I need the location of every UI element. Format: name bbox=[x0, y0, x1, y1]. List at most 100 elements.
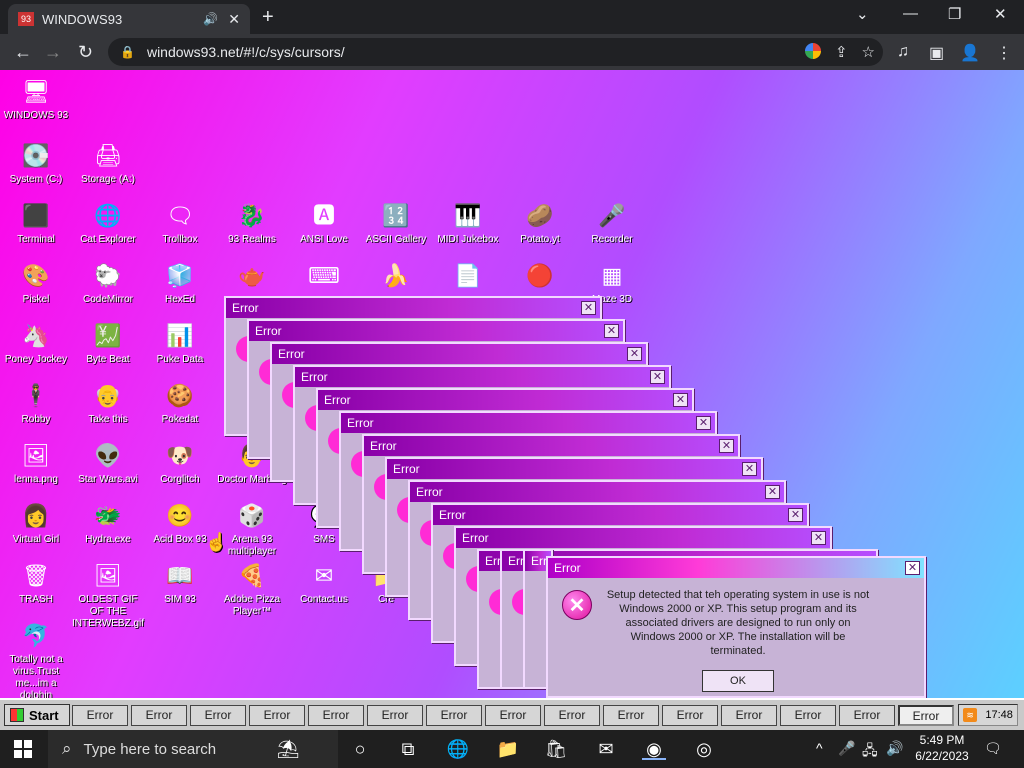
window-title[interactable]: Error bbox=[226, 298, 600, 318]
share-icon[interactable]: ⇪ bbox=[835, 43, 848, 61]
desktop-icon[interactable]: 🎤 Recorder bbox=[576, 200, 648, 246]
desktop-icon[interactable]: 👴 Take this bbox=[72, 380, 144, 426]
start-button[interactable]: Start bbox=[4, 704, 70, 726]
network-icon[interactable]: 🖧 bbox=[862, 740, 878, 764]
desktop-icon[interactable]: 🕴 Robby bbox=[0, 380, 72, 426]
maximize-button[interactable]: ❐ bbox=[948, 5, 961, 23]
window-title[interactable]: Error bbox=[341, 413, 715, 433]
window-title[interactable]: Error bbox=[318, 390, 692, 410]
desktop-icon[interactable]: 🎨 Piskel bbox=[0, 260, 72, 306]
audio-icon[interactable]: 🔊 bbox=[203, 12, 218, 26]
microphone-icon[interactable]: 🎤 bbox=[838, 740, 855, 757]
taskbar-window-button[interactable]: Error bbox=[544, 705, 600, 726]
desktop-icon[interactable]: 🐲 Hydra.exe bbox=[72, 500, 144, 546]
taskbar-window-button[interactable]: Error bbox=[190, 705, 246, 726]
browser-tab[interactable]: 93 WINDOWS93 🔊 ✕ bbox=[8, 4, 250, 34]
close-window-button[interactable]: ✕ bbox=[994, 5, 1007, 23]
dialog-title[interactable]: Error bbox=[548, 558, 924, 578]
desktop-icon[interactable]: 🦄 Poney Jockey bbox=[0, 320, 72, 366]
lock-icon[interactable]: 🔒 bbox=[120, 45, 135, 59]
close-icon[interactable]: ✕ bbox=[673, 393, 688, 407]
back-button[interactable]: ← bbox=[14, 42, 32, 63]
mail-icon[interactable]: ✉ bbox=[594, 738, 618, 760]
desktop-icon[interactable]: 🧊 HexEd bbox=[144, 260, 216, 306]
desktop-icon[interactable]: 🍕 Adobe Pizza Player™ bbox=[216, 560, 288, 618]
window-title[interactable]: Error bbox=[272, 344, 646, 364]
taskbar-window-button[interactable]: Error bbox=[721, 705, 777, 726]
desktop-icon[interactable]: 👽 Star Wars.avi bbox=[72, 440, 144, 486]
desktop-icon[interactable]: 👩 Virtual Girl bbox=[0, 500, 72, 546]
store-icon[interactable]: 🛍 bbox=[544, 738, 568, 760]
desktop-icon[interactable]: 🫖 bbox=[216, 260, 288, 294]
close-icon[interactable]: ✕ bbox=[627, 347, 642, 361]
menu-icon[interactable]: ⋮ bbox=[996, 43, 1012, 63]
error-dialog[interactable]: Error ✕ ✕ Setup detected that teh operat… bbox=[546, 556, 926, 698]
desktop-icon[interactable]: 🔢 ASCII Gallery bbox=[360, 200, 432, 246]
reload-button[interactable]: ↻ bbox=[78, 42, 93, 63]
address-bar[interactable]: 🔒 windows93.net/#!/c/sys/cursors/ ⇪ ☆ bbox=[108, 38, 883, 66]
close-icon[interactable]: ✕ bbox=[696, 416, 711, 430]
window-title[interactable]: Error bbox=[387, 459, 761, 479]
tab-close-icon[interactable]: ✕ bbox=[228, 11, 240, 28]
close-icon[interactable]: ✕ bbox=[788, 508, 803, 522]
desktop-icon[interactable]: 💹 Byte Beat bbox=[72, 320, 144, 366]
desktop-icon[interactable]: 🖨 Storage (A:) bbox=[72, 140, 144, 186]
desktop-icon[interactable]: 🅰 ANSI Love bbox=[288, 200, 360, 246]
desktop-icon[interactable]: 🗨 Trollbox bbox=[144, 200, 216, 246]
tab-search-chevron-icon[interactable]: ⌄ bbox=[856, 5, 869, 23]
window-title[interactable]: Error bbox=[433, 505, 807, 525]
side-panel-icon[interactable]: ▣ bbox=[929, 43, 944, 63]
edge-icon[interactable]: 🌐 bbox=[446, 738, 470, 760]
ok-button[interactable]: OK bbox=[702, 670, 774, 692]
desktop-icon[interactable]: 🖼 lenna.png bbox=[0, 440, 72, 486]
close-icon[interactable]: ✕ bbox=[742, 462, 757, 476]
desktop-icon[interactable]: 💽 System (C:) bbox=[0, 140, 72, 186]
tray-chevron-icon[interactable]: ^ bbox=[816, 740, 823, 756]
window-title[interactable]: Error bbox=[456, 528, 830, 548]
bookmark-star-icon[interactable]: ☆ bbox=[862, 43, 875, 61]
media-control-icon[interactable]: ♫ bbox=[897, 43, 909, 61]
rss-icon[interactable]: ≋ bbox=[963, 708, 978, 722]
taskbar-window-button[interactable]: Error bbox=[367, 705, 423, 726]
close-icon[interactable]: ✕ bbox=[604, 324, 619, 338]
desktop-icon[interactable]: 🗑 TRASH bbox=[0, 560, 72, 606]
taskbar-window-button[interactable]: Error bbox=[839, 705, 895, 726]
beach-widget-icon[interactable]: ⛱ bbox=[276, 738, 300, 760]
window-title[interactable]: Error bbox=[249, 321, 623, 341]
new-tab-button[interactable]: + bbox=[262, 6, 274, 29]
taskbar-window-button[interactable]: Error bbox=[898, 705, 954, 726]
taskbar-window-button[interactable]: Error bbox=[662, 705, 718, 726]
desktop-icon[interactable]: 🖼 OLDEST GIF OF THE INTERWEBZ.gif bbox=[72, 560, 144, 630]
close-icon[interactable]: ✕ bbox=[581, 301, 596, 315]
desktop-icon[interactable]: 🌐 Cat Explorer bbox=[72, 200, 144, 246]
desktop-icon[interactable]: 🐉 93 Realms bbox=[216, 200, 288, 246]
desktop-icon[interactable]: 📖 SIM 93 bbox=[144, 560, 216, 606]
taskbar-window-button[interactable]: Error bbox=[603, 705, 659, 726]
desktop-icon[interactable]: 🐑 CodeMirror bbox=[72, 260, 144, 306]
desktop-icon[interactable]: 🖥 WINDOWS 93 bbox=[0, 76, 72, 122]
close-icon[interactable]: ✕ bbox=[719, 439, 734, 453]
taskbar-window-button[interactable]: Error bbox=[131, 705, 187, 726]
close-icon[interactable]: ✕ bbox=[765, 485, 780, 499]
google-lens-icon[interactable] bbox=[804, 43, 821, 59]
desktop-icon[interactable]: 🎹 MIDI Jukebox bbox=[432, 200, 504, 246]
desktop-icon[interactable]: 📊 Puke Data bbox=[144, 320, 216, 366]
window-title[interactable]: Error bbox=[295, 367, 669, 387]
desktop-icon[interactable]: 🔴 bbox=[504, 260, 576, 294]
close-icon[interactable]: ✕ bbox=[905, 561, 920, 575]
desktop-icon[interactable]: 📄 bbox=[432, 260, 504, 294]
cortana-icon[interactable]: ○ bbox=[348, 738, 372, 760]
window-title[interactable]: Error bbox=[364, 436, 738, 456]
close-icon[interactable]: ✕ bbox=[650, 370, 665, 384]
taskbar-window-button[interactable]: Error bbox=[485, 705, 541, 726]
desktop-icon[interactable]: ⌨ bbox=[288, 260, 360, 294]
desktop-icon[interactable]: ⬛ Terminal bbox=[0, 200, 72, 246]
windows-clock[interactable]: 5:49 PM 6/22/2023 bbox=[912, 732, 972, 764]
taskbar-window-button[interactable]: Error bbox=[308, 705, 364, 726]
taskbar-window-button[interactable]: Error bbox=[780, 705, 836, 726]
desktop-icon[interactable]: 🍌 bbox=[360, 260, 432, 294]
task-view-icon[interactable]: ⧉ bbox=[396, 738, 420, 760]
minimize-button[interactable]: — bbox=[903, 5, 918, 22]
desktop-icon[interactable]: 🍪 Pokedat bbox=[144, 380, 216, 426]
notification-icon[interactable]: 🗨 bbox=[984, 740, 1002, 757]
